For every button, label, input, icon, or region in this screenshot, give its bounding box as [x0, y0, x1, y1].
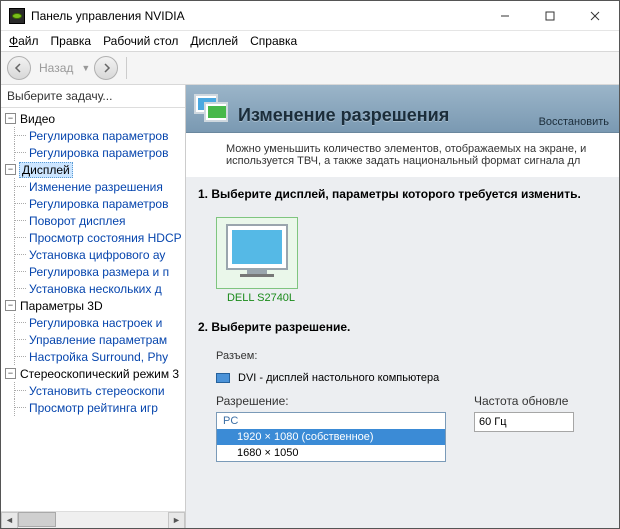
tree-item[interactable]: Регулировка параметров — [5, 144, 185, 161]
tree-group[interactable]: −Параметры 3D — [5, 297, 185, 314]
tree-horizontal-scrollbar[interactable]: ◄ ► — [1, 511, 185, 528]
tree-item[interactable]: Регулировка параметров — [5, 195, 185, 212]
close-button[interactable] — [572, 1, 617, 30]
forward-button[interactable] — [94, 56, 118, 80]
tree-group[interactable]: −Стереоскопический режим 3 — [5, 365, 185, 382]
step1-title: 1. Выберите дисплей, параметры которого … — [198, 187, 607, 201]
refresh-value: 60 Гц — [479, 416, 507, 428]
page-description: Можно уменьшить количество элементов, от… — [186, 133, 619, 177]
resolution-label: Разрешение: — [216, 394, 446, 408]
resolution-option[interactable]: 1920 × 1080 (собственное) — [217, 429, 445, 445]
tree-item[interactable]: Изменение разрешения — [5, 178, 185, 195]
menubar: Файл Правка Рабочий стол Дисплей Справка — [1, 31, 619, 51]
refresh-label: Частота обновле — [474, 394, 574, 408]
main-panel: Изменение разрешения Восстановить Можно … — [186, 85, 619, 528]
scroll-track[interactable] — [18, 512, 168, 529]
menu-display[interactable]: Дисплей — [190, 34, 238, 48]
tree-group[interactable]: −Видео — [5, 110, 185, 127]
connector-label: Разъем: — [216, 350, 257, 362]
tree-item[interactable]: Регулировка настроек и — [5, 314, 185, 331]
tree-item[interactable]: Поворот дисплея — [5, 212, 185, 229]
menu-desktop[interactable]: Рабочий стол — [103, 34, 178, 48]
menu-file[interactable]: Файл — [9, 34, 39, 48]
tree-group[interactable]: −Дисплей — [5, 161, 185, 178]
resolution-listbox[interactable]: PC 1920 × 1080 (собственное) 1680 × 1050 — [216, 412, 446, 462]
tree-item[interactable]: Просмотр рейтинга игр — [5, 399, 185, 416]
resolution-group-header: PC — [217, 413, 445, 429]
scroll-right-button[interactable]: ► — [168, 512, 185, 529]
dvi-icon — [216, 373, 230, 383]
tree-item[interactable]: Установка нескольких д — [5, 280, 185, 297]
window-title: Панель управления NVIDIA — [31, 9, 482, 23]
navigation-toolbar: Назад ▼ — [1, 51, 619, 85]
tree-item[interactable]: Установка цифрового ау — [5, 246, 185, 263]
scroll-left-button[interactable]: ◄ — [1, 512, 18, 529]
titlebar: Панель управления NVIDIA — [1, 1, 619, 31]
minimize-button[interactable] — [482, 1, 527, 30]
collapse-icon[interactable]: − — [5, 113, 16, 124]
tree-item[interactable]: Регулировка размера и п — [5, 263, 185, 280]
collapse-icon[interactable]: − — [5, 164, 16, 175]
page-title: Изменение разрешения — [238, 105, 449, 126]
restore-link[interactable]: Восстановить — [539, 116, 609, 128]
back-button[interactable] — [7, 56, 31, 80]
page-banner: Изменение разрешения Восстановить — [186, 85, 619, 133]
step2-title: 2. Выберите разрешение. — [198, 320, 607, 334]
tree-item[interactable]: Настройка Surround, Phy — [5, 348, 185, 365]
tree-heading: Выберите задачу... — [1, 85, 185, 107]
resolution-option[interactable]: 1680 × 1050 — [217, 445, 445, 461]
task-tree-panel: Выберите задачу... −ВидеоРегулировка пар… — [1, 85, 186, 528]
menu-edit[interactable]: Правка — [51, 34, 92, 48]
tree-item[interactable]: Установить стереоскопи — [5, 382, 185, 399]
monitor-label: DELL S2740L — [216, 292, 306, 304]
connector-value: DVI - дисплей настольного компьютера — [238, 372, 439, 384]
refresh-rate-combo[interactable]: 60 Гц — [474, 412, 574, 432]
back-dropdown-icon[interactable]: ▼ — [81, 63, 90, 73]
back-label: Назад — [39, 61, 73, 75]
collapse-icon[interactable]: − — [5, 300, 16, 311]
collapse-icon[interactable]: − — [5, 368, 16, 379]
resolution-icon — [194, 94, 230, 126]
tree-item[interactable]: Просмотр состояния HDCP — [5, 229, 185, 246]
scroll-thumb[interactable] — [18, 512, 56, 527]
monitor-icon — [226, 224, 288, 270]
monitor-card[interactable]: DELL S2740L — [216, 217, 306, 304]
maximize-button[interactable] — [527, 1, 572, 30]
tree-item[interactable]: Регулировка параметров — [5, 127, 185, 144]
nvidia-app-icon — [9, 8, 25, 24]
tree-item[interactable]: Управление параметрам — [5, 331, 185, 348]
toolbar-separator — [126, 57, 127, 79]
menu-help[interactable]: Справка — [250, 34, 297, 48]
task-tree[interactable]: −ВидеоРегулировка параметровРегулировка … — [1, 107, 185, 511]
